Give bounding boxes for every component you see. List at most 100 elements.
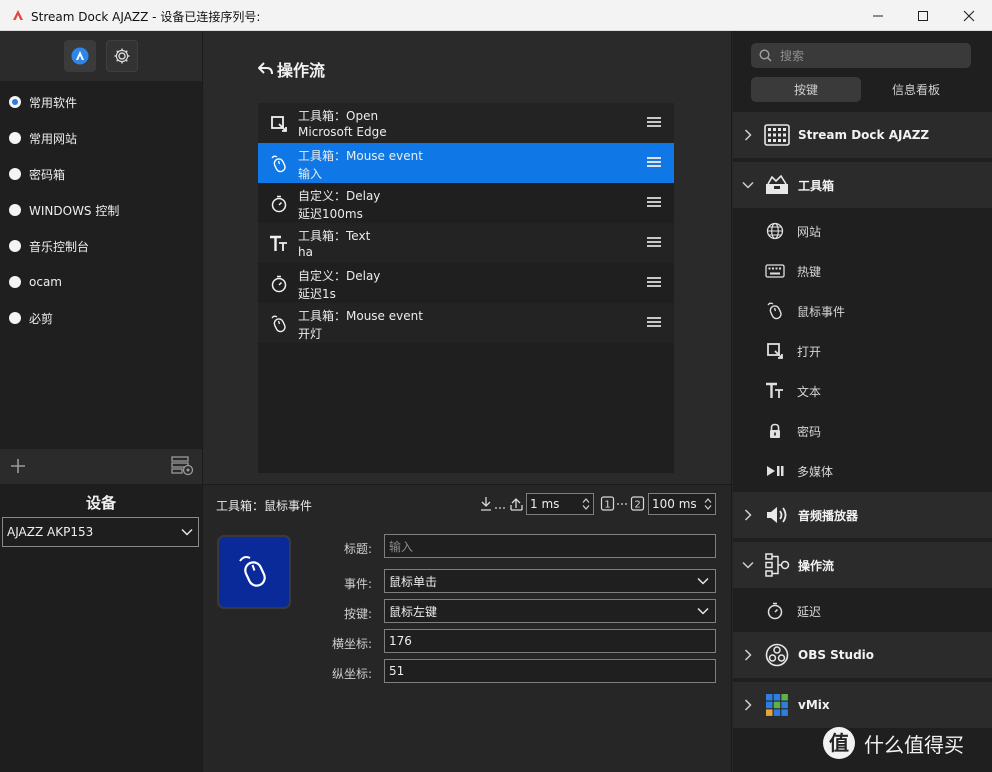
- toolbox-item-website[interactable]: 网站: [733, 211, 992, 251]
- x-coordinate-input[interactable]: 176: [384, 629, 716, 653]
- profile-item-ocam[interactable]: ocam: [0, 264, 202, 300]
- toolbox-item-open[interactable]: 打开: [733, 331, 992, 371]
- category-stream-dock[interactable]: Stream Dock AJAZZ: [733, 112, 992, 158]
- settings-button[interactable]: [106, 40, 138, 72]
- radio[interactable]: [9, 204, 21, 216]
- flow-item-title: 自定义：Delay: [298, 189, 381, 203]
- drag-handle-icon[interactable]: [647, 157, 661, 168]
- profile-item-common-sites[interactable]: 常用网站: [0, 120, 202, 156]
- category-audio-player[interactable]: 音频播放器: [733, 492, 992, 538]
- profile-item-windows-control[interactable]: WINDOWS 控制: [0, 192, 202, 228]
- y-coordinate-input[interactable]: 51: [384, 659, 716, 683]
- flow-item-text[interactable]: 工具箱：Text ha: [258, 223, 674, 263]
- flow-icon: [763, 551, 791, 579]
- drag-handle-icon[interactable]: [647, 317, 661, 328]
- category-action-flow[interactable]: 操作流: [733, 542, 992, 588]
- event-select[interactable]: 鼠标单击: [384, 569, 716, 593]
- drag-handle-icon[interactable]: [647, 237, 661, 248]
- radio[interactable]: [9, 312, 21, 324]
- radio[interactable]: [9, 168, 21, 180]
- home-button[interactable]: [64, 40, 96, 72]
- timer-icon: [268, 193, 290, 215]
- key-select[interactable]: 鼠标左键: [384, 599, 716, 623]
- chevron-right-icon: [733, 129, 763, 141]
- chevron-down-icon: [181, 528, 193, 536]
- profile-label: 必剪: [29, 311, 54, 326]
- text-icon: [268, 233, 290, 255]
- tab-keys[interactable]: 按键: [751, 77, 861, 102]
- radio[interactable]: [9, 132, 21, 144]
- flow-item-delay-100ms[interactable]: 自定义：Delay 延迟100ms: [258, 183, 674, 223]
- minimize-button[interactable]: [855, 0, 901, 31]
- category-obs-studio[interactable]: OBS Studio: [733, 632, 992, 678]
- text-icon: [765, 381, 785, 401]
- title-input[interactable]: 输入: [384, 534, 716, 558]
- radio[interactable]: [9, 240, 21, 252]
- device-select[interactable]: AJAZZ AKP153: [2, 517, 199, 547]
- toolbox-item-password[interactable]: 密码: [733, 411, 992, 451]
- profile-label: 常用软件: [29, 95, 78, 110]
- profile-item-common-software[interactable]: 常用软件: [0, 84, 202, 120]
- flow-item-mouse-event[interactable]: 工具箱：Mouse event 输入: [258, 143, 674, 183]
- drag-handle-icon[interactable]: [647, 277, 661, 288]
- profile-manage-button[interactable]: [171, 455, 195, 477]
- mouse-icon: [268, 313, 290, 335]
- back-arrow-icon[interactable]: [258, 62, 273, 76]
- category-label: OBS Studio: [798, 648, 875, 662]
- chevron-right-icon: [733, 509, 763, 521]
- flow-item-detail: 输入: [298, 167, 323, 181]
- toolbox-item-hotkey[interactable]: 热键: [733, 251, 992, 291]
- watermark-text: 什么值得买: [864, 732, 964, 757]
- window-title: Stream Dock AJAZZ - 设备已连接序列号:: [31, 10, 261, 24]
- flow-item-title: 工具箱：Mouse event: [298, 309, 423, 323]
- y-coordinate-value: 51: [389, 664, 405, 678]
- keyboard-icon: [765, 261, 785, 281]
- left-toolbar: [0, 31, 202, 81]
- profile-item-bijian[interactable]: 必剪: [0, 300, 202, 336]
- toolbox-icon: [763, 171, 791, 199]
- action-key-preview[interactable]: [217, 535, 291, 609]
- profile-settings-icon: [171, 456, 194, 476]
- drag-handle-icon[interactable]: [647, 197, 661, 208]
- mouse-icon: [239, 556, 266, 587]
- radio[interactable]: [9, 276, 21, 288]
- close-button[interactable]: [946, 0, 992, 31]
- chevron-down-icon: [733, 181, 763, 189]
- flow-item-open-edge[interactable]: 工具箱：Open Microsoft Edge: [258, 103, 674, 143]
- radio-selected[interactable]: [9, 96, 21, 108]
- interval-spinbox[interactable]: 1 ms: [526, 493, 594, 515]
- drag-handle-icon[interactable]: [647, 117, 661, 128]
- search-input[interactable]: 搜索: [751, 43, 971, 68]
- flow-item-delay[interactable]: 延迟: [733, 591, 992, 631]
- flow-header[interactable]: 操作流: [258, 57, 325, 81]
- category-toolbox[interactable]: 工具箱: [733, 162, 992, 208]
- flow-item-delay-1s[interactable]: 自定义：Delay 延迟1s: [258, 263, 674, 303]
- spin-arrows-icon[interactable]: [582, 498, 590, 510]
- toolbox-item-media[interactable]: 多媒体: [733, 451, 992, 491]
- flow-item-detail: 开灯: [298, 327, 323, 341]
- tab-info-board[interactable]: 信息看板: [861, 77, 971, 102]
- category-vmix[interactable]: vMix: [733, 682, 992, 728]
- vmix-icon: [763, 691, 791, 719]
- toolbox-item-text[interactable]: 文本: [733, 371, 992, 411]
- close-icon: [963, 10, 975, 21]
- toolbox-item-label: 热键: [797, 264, 822, 279]
- search-icon: [759, 49, 772, 62]
- toolbox-item-mouse-event[interactable]: 鼠标事件: [733, 291, 992, 331]
- plus-icon: [11, 459, 25, 473]
- add-profile-button[interactable]: [10, 458, 26, 474]
- gear-icon: [114, 48, 130, 64]
- maximize-button[interactable]: [900, 0, 946, 31]
- spin-arrows-icon[interactable]: [704, 498, 712, 510]
- speaker-icon: [763, 501, 791, 529]
- chevron-down-icon: [697, 607, 709, 615]
- flow-item-detail: Microsoft Edge: [298, 125, 387, 139]
- flow-item-mouse-event-light[interactable]: 工具箱：Mouse event 开灯: [258, 303, 674, 343]
- profile-item-music-console[interactable]: 音乐控制台: [0, 228, 202, 264]
- flow-item-detail: 延迟100ms: [298, 207, 363, 221]
- profile-actions-bar: [0, 449, 202, 484]
- repeat-spinbox[interactable]: 100 ms: [648, 493, 716, 515]
- svg-text:值: 值: [829, 731, 849, 755]
- chevron-down-icon: [733, 561, 763, 569]
- profile-item-password-box[interactable]: 密码箱: [0, 156, 202, 192]
